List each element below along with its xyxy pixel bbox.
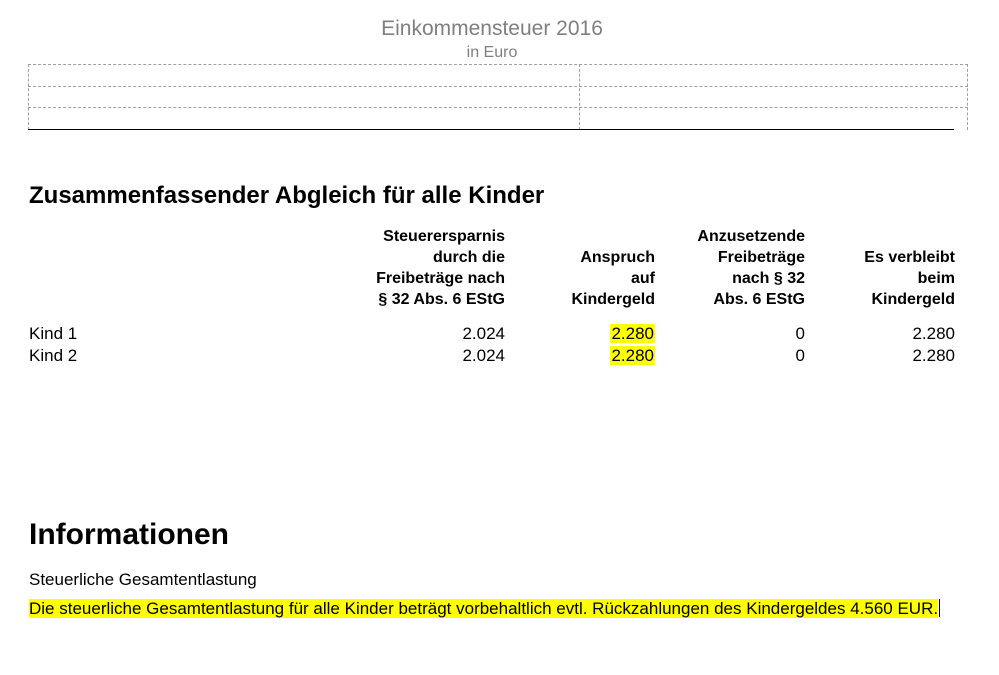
text-cursor [939, 599, 941, 617]
info-heading: Informationen [29, 518, 229, 551]
column-header-label: Anzusetzende Freibeträge nach § 32 Abs. … [697, 228, 805, 308]
cell-anspruch: 2.280 [550, 323, 655, 345]
table-border-line [579, 64, 580, 130]
cell-steuerersparnis: 2.024 [462, 324, 505, 343]
row-label: Kind 2 [29, 346, 78, 365]
table-border-line [28, 86, 968, 87]
cell-freibetraege: 0 [795, 324, 805, 343]
column-header-label: Es verbleibt beim Kindergeld [864, 249, 955, 308]
highlighted-value: 2.280 [610, 346, 655, 365]
cell-verbleibt: 2.280 [912, 324, 955, 343]
column-header-steuerersparnis: Steuerersparnis durch die Freibeträge na… [300, 224, 505, 310]
table-border-line [967, 64, 968, 130]
info-paragraph[interactable]: Die steuerliche Gesamtentlastung für all… [29, 598, 964, 620]
cell-anspruch: 2.280 [550, 345, 655, 367]
highlighted-value: 2.280 [610, 324, 655, 343]
empty-table-grid [28, 64, 968, 130]
row-label: Kind 1 [29, 324, 78, 343]
column-header-freibetraege: Anzusetzende Freibeträge nach § 32 Abs. … [640, 224, 805, 310]
column-header-verbleibt: Es verbleibt beim Kindergeld [810, 224, 955, 310]
cell-verbleibt: 2.280 [912, 346, 955, 365]
column-header-label: Anspruch auf Kindergeld [571, 249, 655, 308]
summary-heading: Zusammenfassender Abgleich für alle Kind… [29, 182, 545, 209]
cell-freibetraege: 0 [795, 346, 805, 365]
table-bottom-rule [28, 129, 954, 130]
cell-steuerersparnis: 2.024 [462, 346, 505, 365]
info-label: Steuerliche Gesamtentlastung [29, 570, 257, 589]
table-border-line [28, 64, 968, 65]
column-header-anspruch: Anspruch auf Kindergeld [520, 224, 655, 310]
document-title: Einkommensteuer 2016 [381, 17, 603, 40]
table-border-line [28, 107, 968, 108]
table-border-line [28, 64, 29, 130]
column-header-label: Steuerersparnis durch die Freibeträge na… [376, 228, 505, 308]
document-subtitle: in Euro [466, 44, 518, 61]
highlighted-info-text: Die steuerliche Gesamtentlastung für all… [29, 599, 939, 618]
